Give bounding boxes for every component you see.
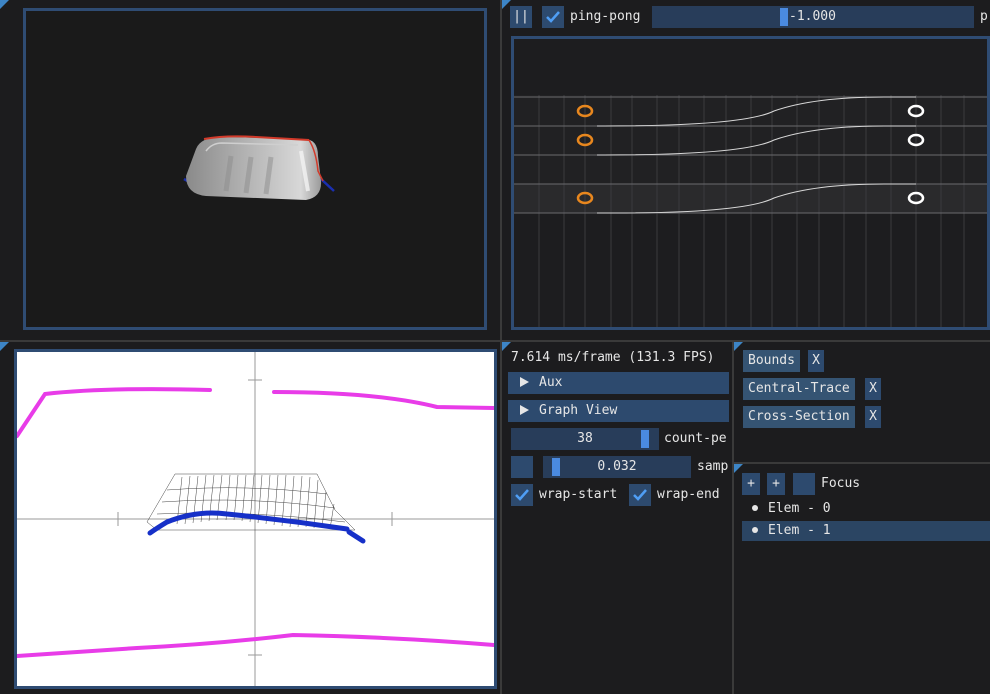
sample-slider[interactable]: 0.032 bbox=[543, 456, 691, 478]
pane-grip[interactable] bbox=[502, 342, 511, 351]
timeline-pane: || ping-pong -1.000 p bbox=[502, 0, 990, 340]
count-slider[interactable]: 38 bbox=[511, 428, 659, 450]
section-graph-view-label: Graph View bbox=[539, 403, 618, 418]
cross-section-plot bbox=[15, 352, 496, 686]
bullet-icon bbox=[752, 505, 758, 511]
slider-grab[interactable] bbox=[552, 458, 560, 476]
timeline-graph[interactable] bbox=[511, 36, 990, 330]
playback-value: -1.000 bbox=[789, 9, 836, 24]
sample-label: samp bbox=[697, 459, 729, 474]
slider-grab[interactable] bbox=[780, 8, 788, 26]
playback-label-truncated: p bbox=[980, 9, 988, 24]
add-child-button[interactable]: + bbox=[767, 473, 785, 495]
count-value: 38 bbox=[577, 431, 593, 446]
wrap-start-label: wrap-start bbox=[539, 487, 618, 502]
pane-grip[interactable] bbox=[0, 342, 9, 351]
mesh-wireframe bbox=[146, 473, 356, 531]
viewport-3d-canvas[interactable] bbox=[23, 8, 487, 330]
checkmark-icon bbox=[546, 11, 560, 23]
tree-item-elem-0[interactable]: Elem - 0 bbox=[742, 499, 990, 519]
pingpong-checkbox[interactable] bbox=[542, 6, 564, 28]
focus-checkbox[interactable] bbox=[793, 473, 815, 495]
sample-value: 0.032 bbox=[597, 459, 637, 474]
wrap-start-checkbox[interactable] bbox=[511, 484, 533, 506]
sample-lock-checkbox[interactable] bbox=[511, 456, 533, 478]
layer-tag-cross-section[interactable]: Cross-Section bbox=[743, 406, 855, 428]
pingpong-label: ping-pong bbox=[570, 9, 641, 24]
pause-button[interactable]: || bbox=[510, 6, 532, 28]
extruded-mesh-render bbox=[183, 135, 335, 200]
playback-slider[interactable]: -1.000 bbox=[652, 6, 974, 28]
pane-grip[interactable] bbox=[734, 464, 743, 473]
checkmark-icon bbox=[633, 489, 647, 501]
layers-pane: Bounds X Central-Trace X Cross-Section X bbox=[734, 342, 990, 462]
wrap-end-label: wrap-end bbox=[657, 487, 720, 502]
expand-arrow-icon bbox=[520, 405, 529, 415]
frame-stats: 7.614 ms/frame (131.3 FPS) bbox=[511, 350, 715, 365]
scene-tree-pane: + + Focus Elem - 0 Elem - 1 bbox=[734, 464, 990, 694]
section-aux[interactable]: Aux bbox=[508, 372, 729, 394]
layer-remove-central-trace[interactable]: X bbox=[865, 378, 881, 400]
section-graph-view[interactable]: Graph View bbox=[508, 400, 729, 422]
layer-tag-bounds[interactable]: Bounds bbox=[743, 350, 800, 372]
tree-item-elem-1[interactable]: Elem - 1 bbox=[742, 521, 990, 541]
checkmark-icon bbox=[515, 489, 529, 501]
add-element-button[interactable]: + bbox=[742, 473, 760, 495]
viewport-3d-pane[interactable] bbox=[0, 0, 500, 340]
keyframe-curves bbox=[514, 95, 987, 327]
tree-item-label: Elem - 0 bbox=[768, 501, 831, 516]
bullet-icon bbox=[752, 527, 758, 533]
layer-tag-central-trace[interactable]: Central-Trace bbox=[743, 378, 855, 400]
canvas-2d-pane bbox=[0, 342, 500, 694]
canvas-2d[interactable] bbox=[14, 349, 497, 689]
count-label: count-pe bbox=[664, 431, 727, 446]
layer-remove-bounds[interactable]: X bbox=[808, 350, 824, 372]
timeline-toolbar: || ping-pong -1.000 p bbox=[502, 6, 990, 30]
section-aux-label: Aux bbox=[539, 375, 563, 390]
wrap-end-checkbox[interactable] bbox=[629, 484, 651, 506]
pane-grip[interactable] bbox=[734, 342, 743, 351]
slider-grab[interactable] bbox=[641, 430, 649, 448]
controls-pane: 7.614 ms/frame (131.3 FPS) Aux Graph Vie… bbox=[502, 342, 732, 694]
expand-arrow-icon bbox=[520, 377, 529, 387]
layer-remove-cross-section[interactable]: X bbox=[865, 406, 881, 428]
pane-grip[interactable] bbox=[0, 0, 9, 9]
tree-item-label: Elem - 1 bbox=[768, 523, 831, 538]
focus-label: Focus bbox=[821, 476, 861, 491]
